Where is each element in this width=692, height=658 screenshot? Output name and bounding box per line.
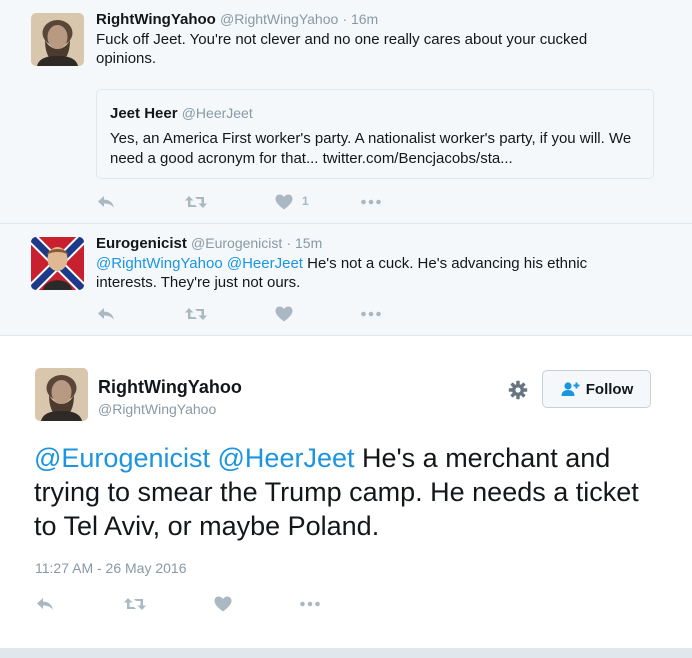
- author-handle[interactable]: @RightWingYahoo: [220, 11, 338, 27]
- tweet-text: @Eurogenicist @HeerJeet He's a merchant …: [34, 441, 664, 543]
- reply-tweet-2: Eurogenicist @Eurogenicist · 15m @RightW…: [0, 224, 692, 336]
- follow-label: Follow: [585, 380, 634, 398]
- more-icon[interactable]: [360, 304, 382, 324]
- tweet-header: RightWingYahoo @RightWingYahoo · 16m: [96, 11, 378, 28]
- like-icon[interactable]: [213, 594, 233, 614]
- tweet-actions: [35, 594, 335, 614]
- author-name[interactable]: RightWingYahoo: [96, 11, 216, 28]
- mention-link[interactable]: @Eurogenicist: [34, 443, 210, 473]
- tweet-time[interactable]: · 15m: [286, 235, 322, 251]
- avatar[interactable]: [35, 368, 88, 421]
- retweet-icon[interactable]: [123, 594, 147, 614]
- quoted-author-handle: @HeerJeet: [181, 105, 253, 121]
- reply-icon[interactable]: [35, 594, 55, 614]
- follow-person-icon: [561, 382, 580, 396]
- more-icon[interactable]: [360, 192, 382, 212]
- author-name[interactable]: Eurogenicist: [96, 235, 187, 252]
- gear-icon[interactable]: [508, 380, 528, 400]
- like-icon[interactable]: [274, 192, 294, 212]
- tweet-actions: [96, 304, 396, 324]
- retweet-icon[interactable]: [184, 192, 208, 212]
- avatar[interactable]: [31, 237, 84, 290]
- reply-icon[interactable]: [96, 304, 116, 324]
- avatar[interactable]: [31, 13, 84, 66]
- like-icon[interactable]: [274, 304, 294, 324]
- quoted-tweet[interactable]: Jeet Heer @HeerJeet Yes, an America Firs…: [96, 89, 654, 179]
- mention-link[interactable]: @HeerJeet: [227, 255, 303, 272]
- quoted-tweet-text: Yes, an America First worker's party. A …: [110, 130, 632, 167]
- author-handle[interactable]: @Eurogenicist: [191, 235, 282, 251]
- tweet-text: @RightWingYahoo @HeerJeet He's not a cuc…: [96, 254, 616, 292]
- quoted-tweet-header: Jeet Heer @HeerJeet: [110, 105, 253, 122]
- retweet-icon[interactable]: [184, 304, 208, 324]
- bottom-divider: [0, 648, 692, 658]
- reply-icon[interactable]: [96, 192, 116, 212]
- confederate-flag-avatar: [31, 237, 84, 290]
- mention-link[interactable]: @RightWingYahoo: [96, 255, 223, 272]
- tweet-actions: 1: [96, 192, 396, 212]
- quoted-author-name: Jeet Heer: [110, 105, 178, 122]
- tweet-header: Eurogenicist @Eurogenicist · 15m: [96, 235, 322, 252]
- tweet-timestamp[interactable]: 11:27 AM - 26 May 2016: [35, 560, 187, 576]
- more-icon[interactable]: [299, 594, 321, 614]
- tweet-text: Fuck off Jeet. You're not clever and no …: [96, 31, 588, 67]
- mention-link[interactable]: @HeerJeet: [218, 443, 355, 473]
- follow-button[interactable]: Follow: [542, 370, 651, 408]
- author-handle[interactable]: @RightWingYahoo: [98, 401, 216, 417]
- like-count: 1: [302, 194, 309, 208]
- tweet-time[interactable]: · 16m: [342, 11, 378, 27]
- author-name[interactable]: RightWingYahoo: [98, 377, 242, 398]
- reply-tweet-1: RightWingYahoo @RightWingYahoo · 16m Fuc…: [0, 0, 692, 224]
